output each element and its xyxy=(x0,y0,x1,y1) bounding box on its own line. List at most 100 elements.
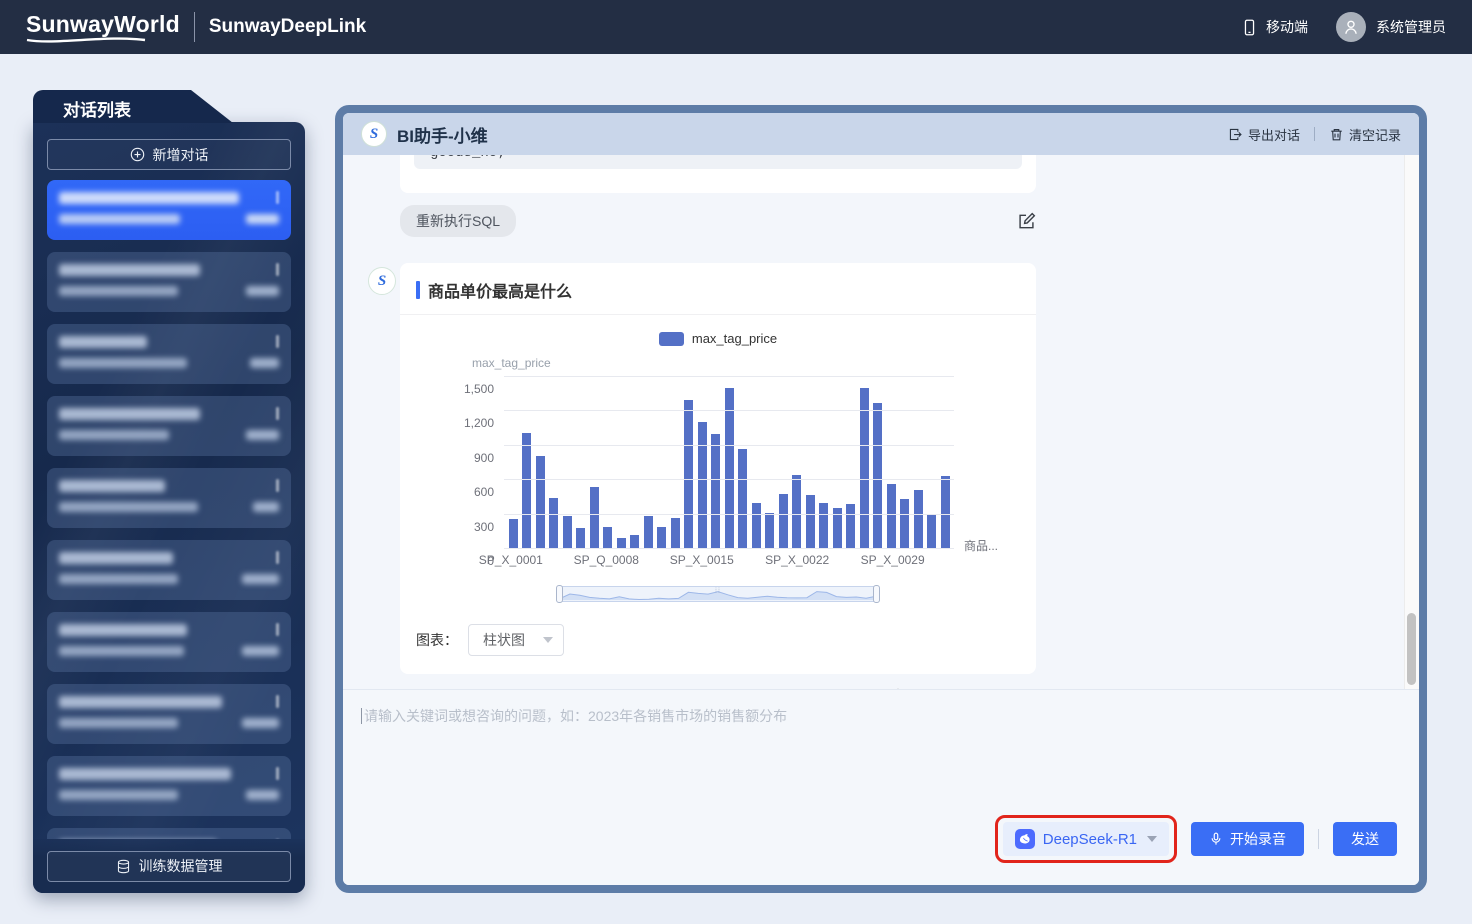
more-dots-icon[interactable] xyxy=(276,695,279,708)
mobile-entry[interactable]: 移动端 xyxy=(1241,17,1308,37)
more-dots-icon[interactable] xyxy=(276,407,279,420)
bar[interactable] xyxy=(684,400,693,548)
send-button[interactable]: 发送 xyxy=(1333,822,1397,856)
chart-message-card: 商品单价最高是什么 max_tag_price max_tag_price 03… xyxy=(400,263,1036,674)
bar[interactable] xyxy=(860,388,869,548)
datazoom-right-handle[interactable] xyxy=(873,585,880,603)
product-name: SunwayDeepLink xyxy=(209,16,366,38)
bar[interactable] xyxy=(509,519,518,548)
bar[interactable] xyxy=(819,503,828,548)
bar[interactable] xyxy=(725,388,734,548)
y-tick-label: 600 xyxy=(474,485,494,499)
bar[interactable] xyxy=(563,516,572,548)
datazoom-grip[interactable]: ⁞⁞ xyxy=(715,588,721,595)
bar[interactable] xyxy=(549,498,558,548)
bar[interactable] xyxy=(671,518,680,548)
more-dots-icon[interactable] xyxy=(276,551,279,564)
export-chat-button[interactable]: 导出对话 xyxy=(1228,125,1300,144)
conversation-badge-blurred xyxy=(242,646,279,656)
bar[interactable] xyxy=(536,456,545,548)
database-icon xyxy=(116,859,131,874)
chart-legend[interactable]: max_tag_price xyxy=(400,331,1036,346)
bar[interactable] xyxy=(698,422,707,548)
conversation-item[interactable] xyxy=(47,756,291,816)
more-dots-icon[interactable] xyxy=(276,767,279,780)
message-input[interactable]: 请输入关键词或想咨询的问题，如：2023年各销售市场的销售额分布 xyxy=(361,706,1401,726)
bar[interactable] xyxy=(657,527,666,548)
sql-message-card: goods_no; xyxy=(400,155,1036,193)
new-chat-button[interactable]: 新增对话 xyxy=(47,139,291,170)
sidebar-tab: 对话列表 xyxy=(33,90,233,123)
bar[interactable] xyxy=(792,475,801,548)
bar[interactable] xyxy=(765,513,774,548)
top-bar: SunwayWorld SunwayDeepLink 移动端 系统管理员 xyxy=(0,0,1472,54)
bar[interactable] xyxy=(522,433,531,548)
conversation-item[interactable] xyxy=(47,396,291,456)
bar[interactable] xyxy=(617,538,626,548)
x-tick-label: SP_X_0001 xyxy=(479,553,543,567)
bar[interactable] xyxy=(576,528,585,548)
scrollbar-thumb[interactable] xyxy=(1407,613,1416,685)
assistant-avatar: S xyxy=(361,121,387,147)
legend-swatch[interactable] xyxy=(659,332,684,346)
user-avatar[interactable] xyxy=(1336,12,1366,42)
conversation-item[interactable] xyxy=(47,324,291,384)
start-recording-button[interactable]: 开始录音 xyxy=(1191,822,1304,856)
bar[interactable] xyxy=(927,514,936,548)
conversation-badge-blurred xyxy=(246,214,279,224)
bar[interactable] xyxy=(914,490,923,548)
bar[interactable] xyxy=(846,504,855,548)
model-selector[interactable]: DeepSeek-R1 xyxy=(1003,822,1169,856)
more-dots-icon[interactable] xyxy=(276,479,279,492)
more-dots-icon[interactable] xyxy=(276,191,279,204)
bar[interactable] xyxy=(752,503,761,548)
message-input-area: 请输入关键词或想咨询的问题，如：2023年各销售市场的销售额分布 DeepSee… xyxy=(343,689,1419,885)
conversation-item[interactable] xyxy=(47,252,291,312)
logo-swoosh xyxy=(26,36,146,44)
rerun-sql-button[interactable]: 重新执行SQL xyxy=(400,205,516,237)
logo-divider xyxy=(194,12,195,42)
chart-type-select[interactable]: 柱状图 xyxy=(468,624,564,656)
bar[interactable] xyxy=(900,499,909,548)
company-logo: SunwayWorld xyxy=(26,11,180,44)
datazoom-slider[interactable]: ⁞⁞ xyxy=(559,586,877,602)
chart-type-value: 柱状图 xyxy=(483,630,525,650)
conversation-item[interactable] xyxy=(47,180,291,240)
conversation-date-blurred xyxy=(59,214,180,224)
training-data-button[interactable]: 训练数据管理 xyxy=(47,851,291,882)
bar[interactable] xyxy=(644,516,653,548)
conversation-item[interactable] xyxy=(47,540,291,600)
bar[interactable] xyxy=(630,535,639,548)
bar[interactable] xyxy=(806,495,815,548)
bar[interactable] xyxy=(873,403,882,548)
more-dots-icon[interactable] xyxy=(276,623,279,636)
conversation-item[interactable] xyxy=(47,612,291,672)
conversation-date-blurred xyxy=(59,358,187,368)
bar[interactable] xyxy=(738,449,747,548)
message-scroll-area[interactable]: goods_no; 重新执行SQL S 商品单价最高是什么 max_tag_pr… xyxy=(343,155,1419,689)
conversation-title-blurred xyxy=(59,552,173,564)
edit-sql-icon[interactable] xyxy=(1017,212,1036,231)
mobile-label: 移动端 xyxy=(1266,17,1308,37)
bar[interactable] xyxy=(603,527,612,548)
conversation-date-blurred xyxy=(59,502,198,512)
x-tick-label: SP_X_0029 xyxy=(861,553,925,567)
bar[interactable] xyxy=(941,476,950,548)
more-dots-icon[interactable] xyxy=(276,335,279,348)
question-title: 商品单价最高是什么 xyxy=(428,278,572,302)
datazoom-left-handle[interactable] xyxy=(556,585,563,603)
conversation-item[interactable] xyxy=(47,684,291,744)
user-name[interactable]: 系统管理员 xyxy=(1376,17,1446,37)
conversation-item[interactable] xyxy=(47,828,291,839)
clear-history-button[interactable]: 清空记录 xyxy=(1329,125,1401,144)
model-name: DeepSeek-R1 xyxy=(1043,831,1137,848)
bar[interactable] xyxy=(887,484,896,548)
bar[interactable] xyxy=(711,434,720,548)
scrollbar[interactable] xyxy=(1404,155,1419,689)
bar[interactable] xyxy=(779,494,788,548)
conversation-item[interactable] xyxy=(47,468,291,528)
legend-label: max_tag_price xyxy=(692,331,777,346)
more-dots-icon[interactable] xyxy=(276,263,279,276)
bar[interactable] xyxy=(590,487,599,548)
bar-chart: 03006009001,2001,500 商品... xyxy=(400,376,1032,548)
